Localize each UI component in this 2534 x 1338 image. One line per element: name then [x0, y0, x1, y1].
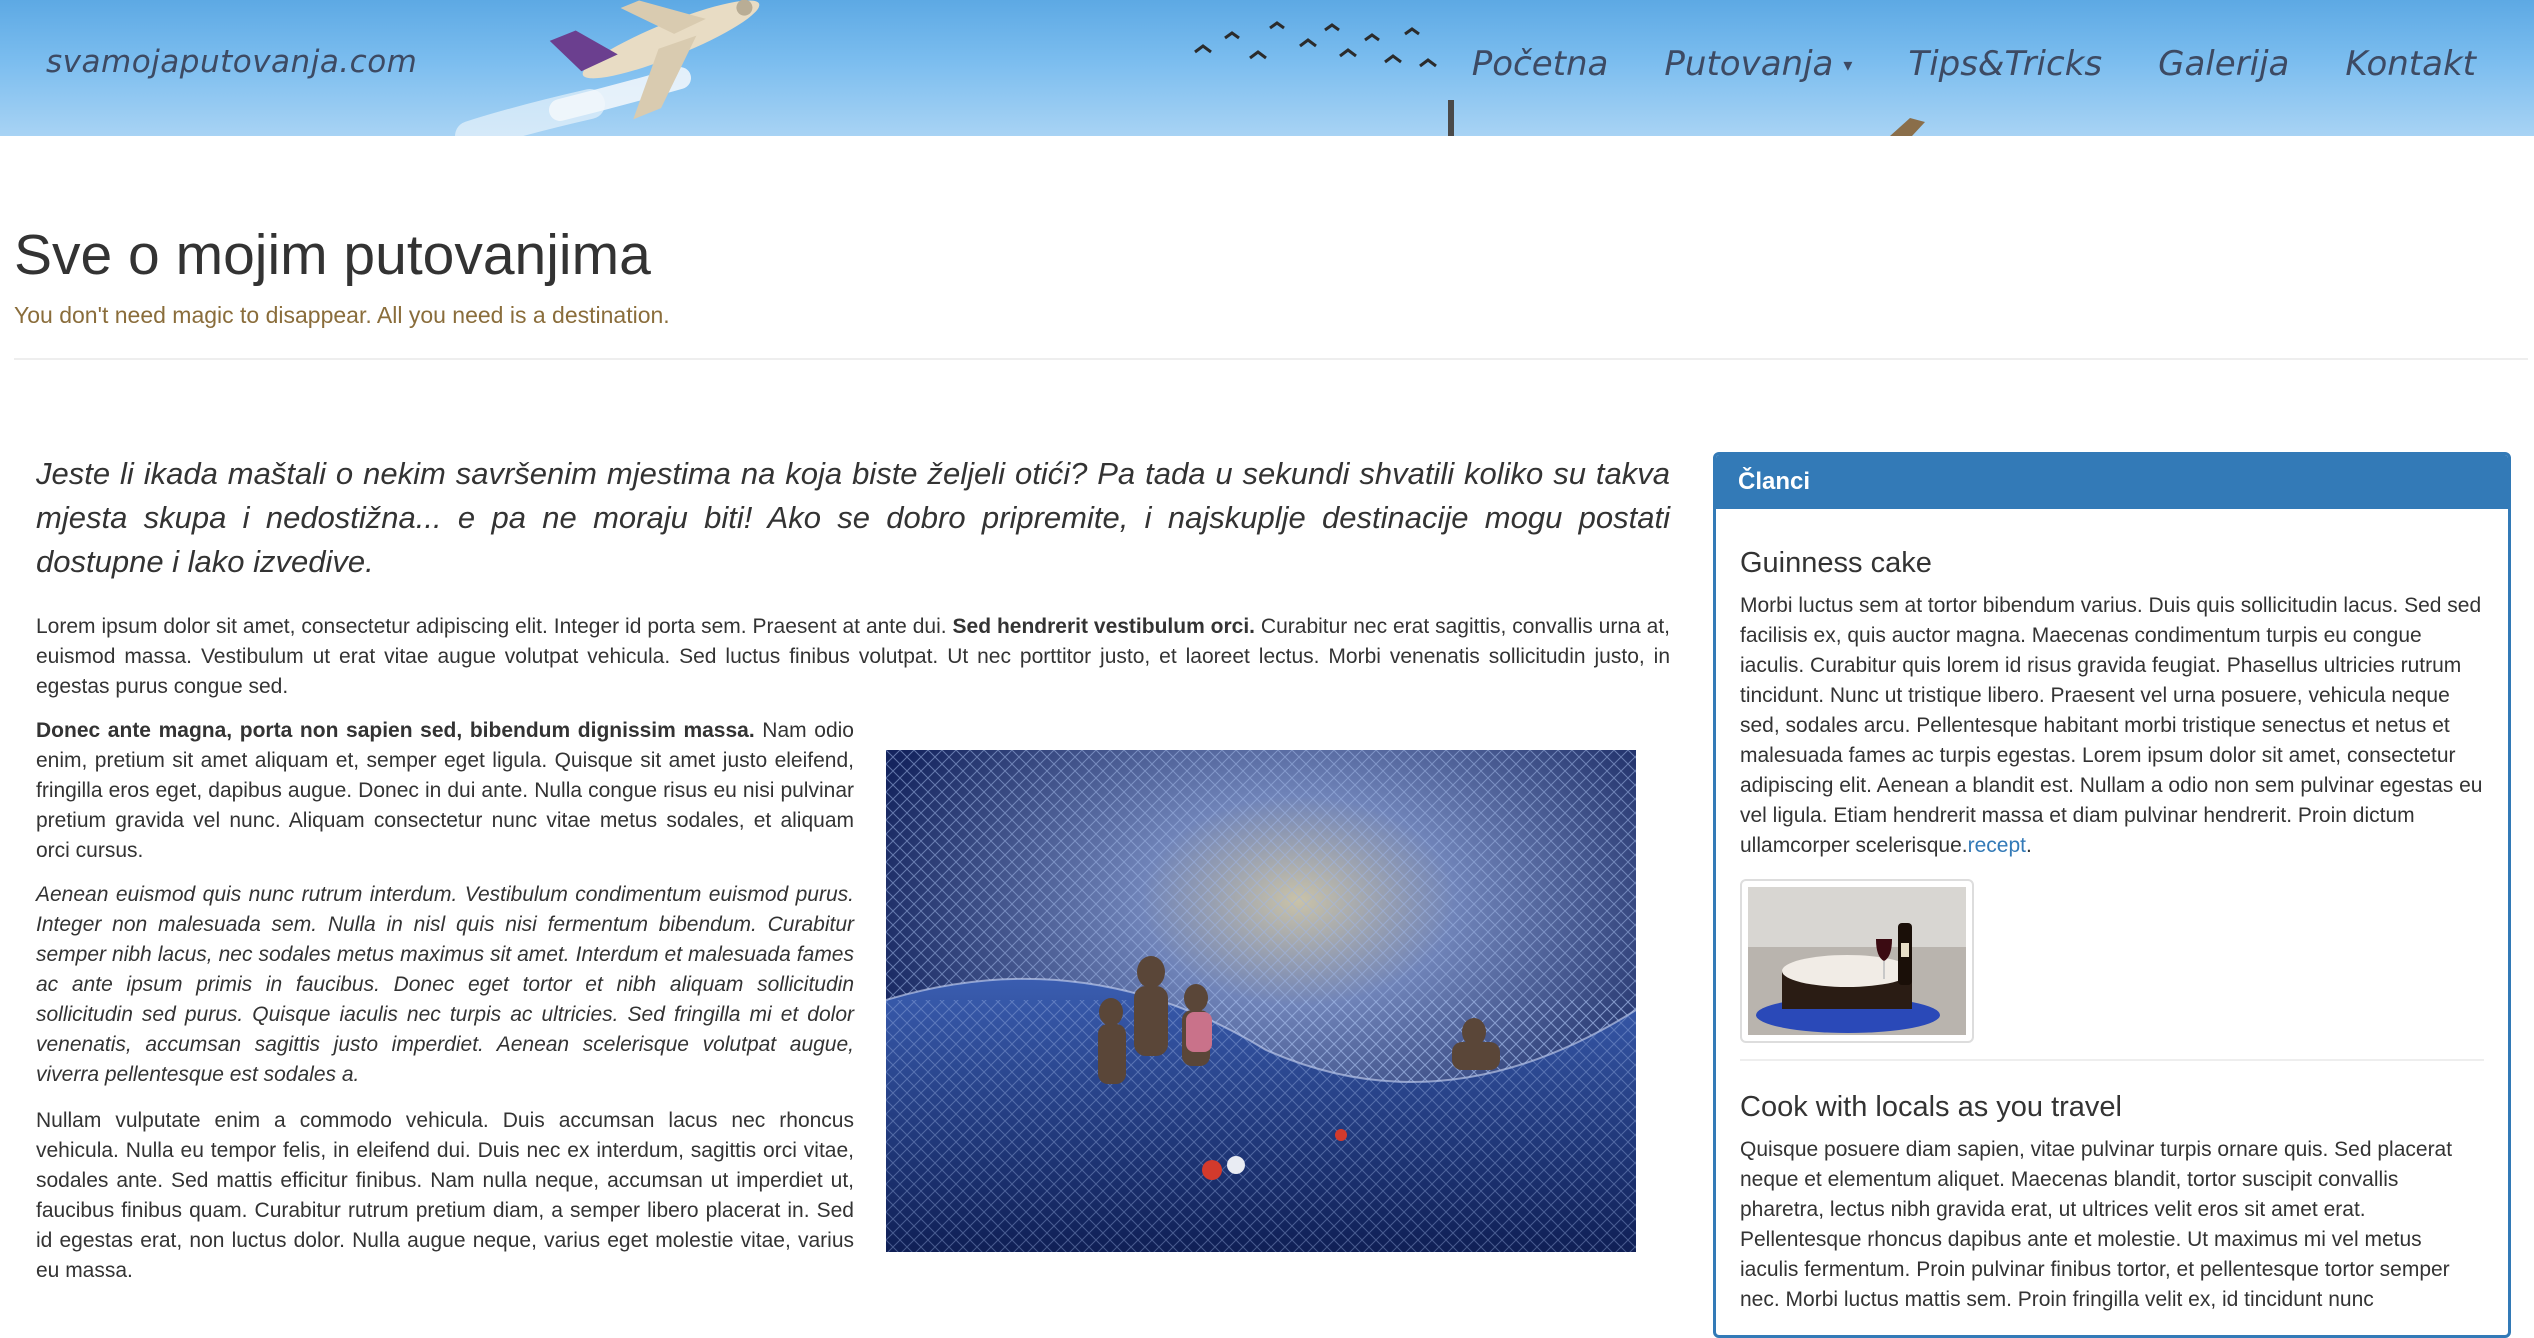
articles-panel-heading: Članci: [1716, 455, 2508, 509]
intro-text-a: Lorem ipsum dolor sit amet, consectetur …: [36, 615, 953, 638]
site-brand-link[interactable]: svamojaputovanja.com: [46, 44, 417, 80]
lead-paragraph: Jeste li ikada maštali o nekim savršenim…: [36, 456, 1670, 579]
article-text-cook-with-locals: Quisque posuere diam sapien, vitae pulvi…: [1740, 1138, 2453, 1311]
body-paragraph-1: Donec ante magna, porta non sapien sed, …: [36, 716, 854, 866]
nav-putovanja-dropdown[interactable]: Putovanja ▾: [1664, 44, 1852, 84]
tower-icon: [1448, 100, 1454, 136]
nav-kontakt[interactable]: Kontakt: [2345, 44, 2476, 84]
nav-tips-tricks[interactable]: Tips&Tricks: [1908, 44, 2102, 84]
nav-pocetna[interactable]: Početna: [1472, 44, 1609, 84]
article-body: Morbi luctus sem at tortor bibendum vari…: [1740, 594, 2483, 857]
net-playground-photo: [886, 750, 1636, 1252]
nav-putovanja-label: Putovanja: [1664, 44, 1834, 84]
body-paragraph-italic: Aenean euismod quis nunc rutrum interdum…: [36, 883, 854, 1086]
guinness-cake-thumbnail[interactable]: [1740, 879, 1974, 1043]
main-nav: Početna Putovanja ▾ Tips&Tricks Galerija …: [1472, 44, 2476, 84]
articles-panel: Članci Guinness cake Morbi luctus sem at…: [1713, 452, 2511, 1338]
caret-down-icon: ▾: [1843, 55, 1853, 76]
article-title-cook-with-locals: Cook with locals as you travel: [1740, 1091, 2122, 1123]
header-banner: svamojaputovanja.com Početna Putovanja ▾ …: [0, 0, 2534, 136]
period-text: .: [2025, 834, 2032, 857]
distant-plane-icon: [1890, 118, 1925, 136]
intro-paragraph: Lorem ipsum dolor sit amet, consectetur …: [36, 612, 1670, 702]
intro-bold-text: Sed hendrerit vestibulum orci.: [952, 615, 1256, 638]
article-text-guinness-cake: Morbi luctus sem at tortor bibendum vari…: [1740, 591, 2484, 861]
article-title-guinness-cake: Guinness cake: [1740, 547, 1932, 579]
body-bold-lead: Donec ante magna, porta non sapien sed, …: [36, 719, 755, 742]
page-tagline: You don't need magic to disappear. All y…: [14, 302, 670, 328]
header-divider: [14, 358, 2528, 360]
body-paragraph-3: Nullam vulputate enim a commodo vehicula…: [36, 1109, 854, 1282]
article-divider: [1740, 1059, 2484, 1061]
recept-link[interactable]: recept: [1968, 834, 2026, 857]
birds-icon: [1194, 21, 1437, 68]
nav-galerija[interactable]: Galerija: [2158, 44, 2289, 84]
page-title: Sve o mojim putovanjima: [14, 223, 651, 287]
